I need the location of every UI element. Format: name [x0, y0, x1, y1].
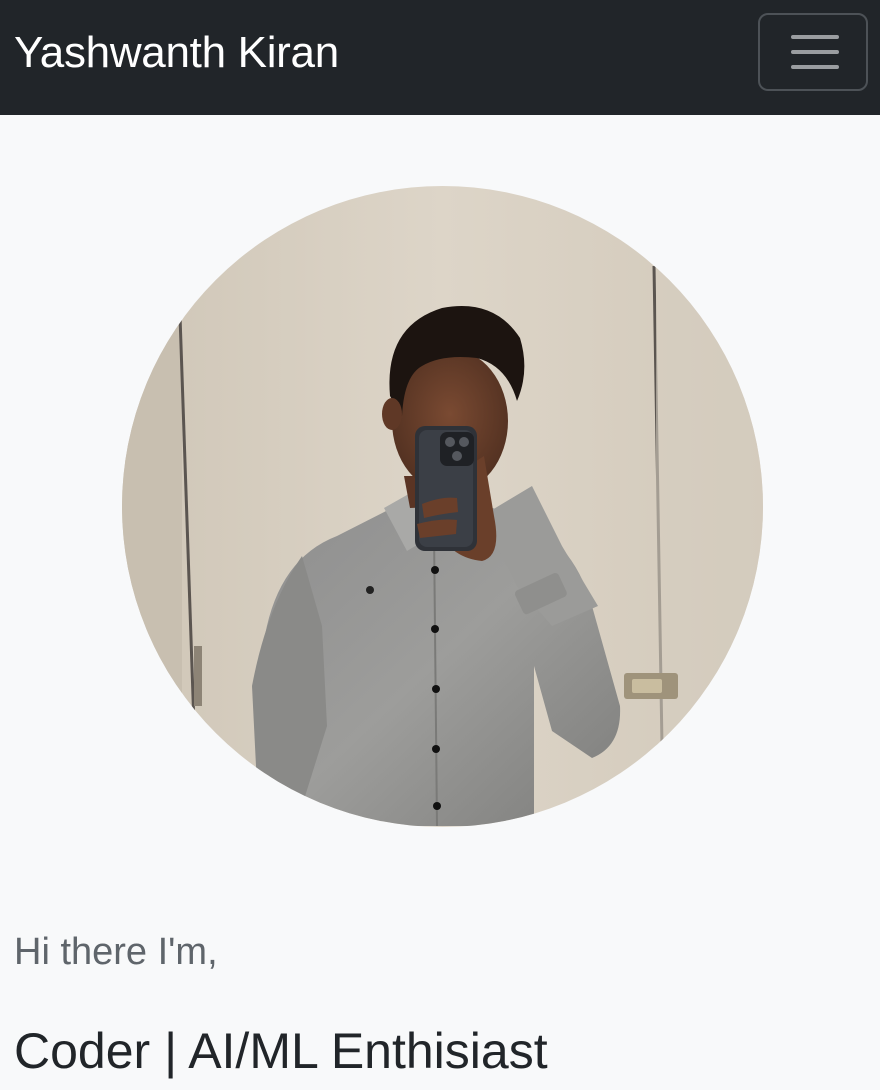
navbar-toggle-button[interactable] [758, 13, 868, 91]
tagline-heading: Coder | AI/ML Enthisiast [14, 1023, 548, 1079]
profile-photo [122, 186, 763, 827]
greeting-text: Hi there I'm, [14, 931, 218, 973]
top-navbar: Yashwanth Kiran [0, 0, 880, 115]
navbar-brand[interactable]: Yashwanth Kiran [14, 26, 339, 80]
